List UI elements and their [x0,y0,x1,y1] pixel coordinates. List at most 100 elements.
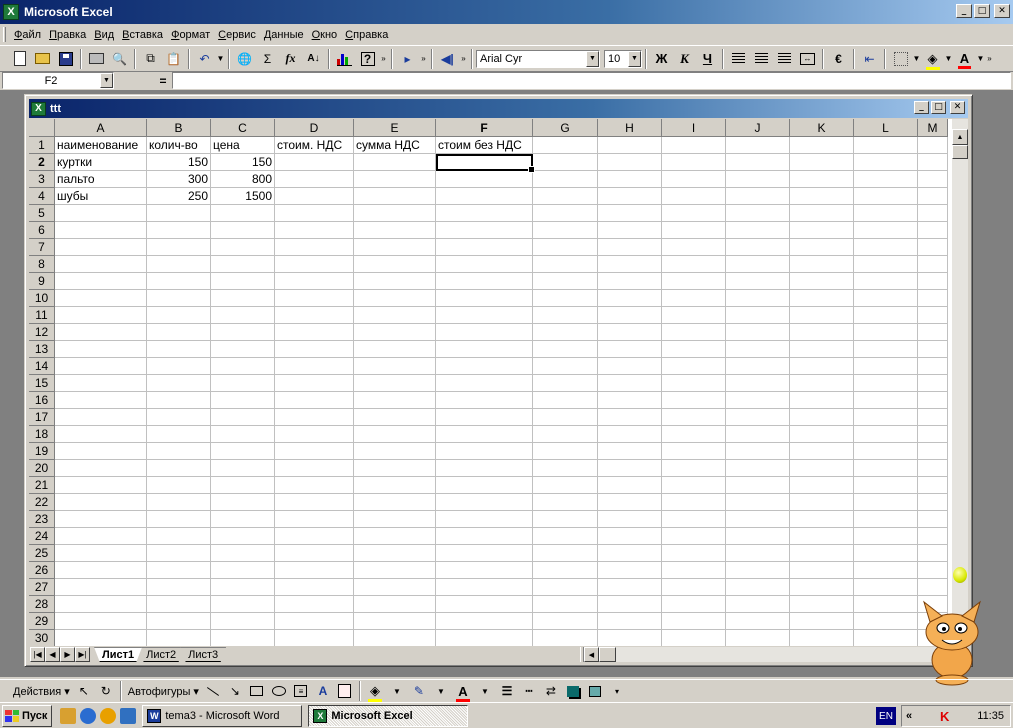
cell-c18[interactable] [211,426,275,443]
cell-j26[interactable] [726,562,790,579]
cell-e17[interactable] [354,409,436,426]
row-header[interactable]: 8 [29,256,55,273]
cell-d14[interactable] [275,358,354,375]
cell-f8[interactable] [436,256,533,273]
row-header[interactable]: 26 [29,562,55,579]
cell-k29[interactable] [790,613,854,630]
cell-k11[interactable] [790,307,854,324]
toolbar-overflow[interactable]: » [379,48,388,70]
cell-e24[interactable] [354,528,436,545]
cell-g30[interactable] [533,630,598,646]
cell-a15[interactable] [55,375,147,392]
cell-a5[interactable] [55,205,147,222]
cell-h19[interactable] [598,443,662,460]
cell-c17[interactable] [211,409,275,426]
chevron-down-icon[interactable]: ▼ [628,50,641,67]
cell-i23[interactable] [662,511,726,528]
minimize-button[interactable]: _ [956,4,972,18]
cell-f15[interactable] [436,375,533,392]
cell-f5[interactable] [436,205,533,222]
cell-d15[interactable] [275,375,354,392]
scroll-up-button[interactable]: ▲ [952,129,968,145]
cell-g26[interactable] [533,562,598,579]
cell-m20[interactable] [918,460,948,477]
cell-k28[interactable] [790,596,854,613]
cell-m7[interactable] [918,239,948,256]
cell-l23[interactable] [854,511,918,528]
cell-m16[interactable] [918,392,948,409]
cell-j15[interactable] [726,375,790,392]
cell-g21[interactable] [533,477,598,494]
cell-e13[interactable] [354,341,436,358]
cell-k4[interactable] [790,188,854,205]
cell-b19[interactable] [147,443,211,460]
cell-i4[interactable] [662,188,726,205]
cell-h1[interactable] [598,137,662,154]
cell-f21[interactable] [436,477,533,494]
autoshapes-menu[interactable]: Автофигуры ▾ [125,685,202,698]
name-box[interactable]: F2 ▼ [2,72,114,89]
merge-center-button[interactable]: ↔ [796,48,819,70]
app-title-bar[interactable]: X Microsoft Excel _ □ ✕ [0,0,1013,24]
row-header[interactable]: 14 [29,358,55,375]
taskbar-excel[interactable]: X Microsoft Excel [308,704,469,727]
cell-g11[interactable] [533,307,598,324]
cell-d11[interactable] [275,307,354,324]
cell-e14[interactable] [354,358,436,375]
cell-i15[interactable] [662,375,726,392]
cell-m12[interactable] [918,324,948,341]
row-header[interactable]: 17 [29,409,55,426]
cell-f2[interactable] [436,154,535,173]
cell-k5[interactable] [790,205,854,222]
cell-m2[interactable] [918,154,948,171]
cell-j4[interactable] [726,188,790,205]
last-sheet-button[interactable]: ▶| [75,647,90,662]
cell-f28[interactable] [436,596,533,613]
cell-a23[interactable] [55,511,147,528]
cell-h5[interactable] [598,205,662,222]
cell-m27[interactable] [918,579,948,596]
cell-b4[interactable]: 250 [147,188,211,205]
cell-c16[interactable] [211,392,275,409]
cell-c5[interactable] [211,205,275,222]
cell-b29[interactable] [147,613,211,630]
cell-i25[interactable] [662,545,726,562]
cell-a19[interactable] [55,443,147,460]
antivirus-icon[interactable]: K [940,709,949,724]
toolbar-overflow-3[interactable]: » [459,48,468,70]
menu-format[interactable]: Формат [167,29,214,41]
cell-l16[interactable] [854,392,918,409]
sheet-tab-2[interactable]: Лист2 [138,647,185,662]
cell-d2[interactable] [275,154,354,171]
cell-i2[interactable] [662,154,726,171]
cell-b28[interactable] [147,596,211,613]
cell-d18[interactable] [275,426,354,443]
cell-c20[interactable] [211,460,275,477]
scroll-left-button[interactable]: ◀ [584,647,599,662]
row-header[interactable]: 28 [29,596,55,613]
cell-e27[interactable] [354,579,436,596]
align-left-button[interactable] [727,48,750,70]
cell-f22[interactable] [436,494,533,511]
cell-e23[interactable] [354,511,436,528]
cell-g3[interactable] [533,171,598,188]
cell-j17[interactable] [726,409,790,426]
cell-d6[interactable] [275,222,354,239]
cell-m3[interactable] [918,171,948,188]
cell-i28[interactable] [662,596,726,613]
cell-m18[interactable] [918,426,948,443]
cell-j24[interactable] [726,528,790,545]
cell-a13[interactable] [55,341,147,358]
underline-button[interactable]: Ч [696,48,719,70]
workbook-minimize-button[interactable]: _ [914,101,929,114]
cell-m22[interactable] [918,494,948,511]
row-header[interactable]: 13 [29,341,55,358]
cell-a10[interactable] [55,290,147,307]
cell-m17[interactable] [918,409,948,426]
font-color-button[interactable]: A [953,48,976,70]
office-assistant-cat[interactable] [912,598,990,688]
cell-l13[interactable] [854,341,918,358]
cell-h27[interactable] [598,579,662,596]
cell-d8[interactable] [275,256,354,273]
cell-b25[interactable] [147,545,211,562]
